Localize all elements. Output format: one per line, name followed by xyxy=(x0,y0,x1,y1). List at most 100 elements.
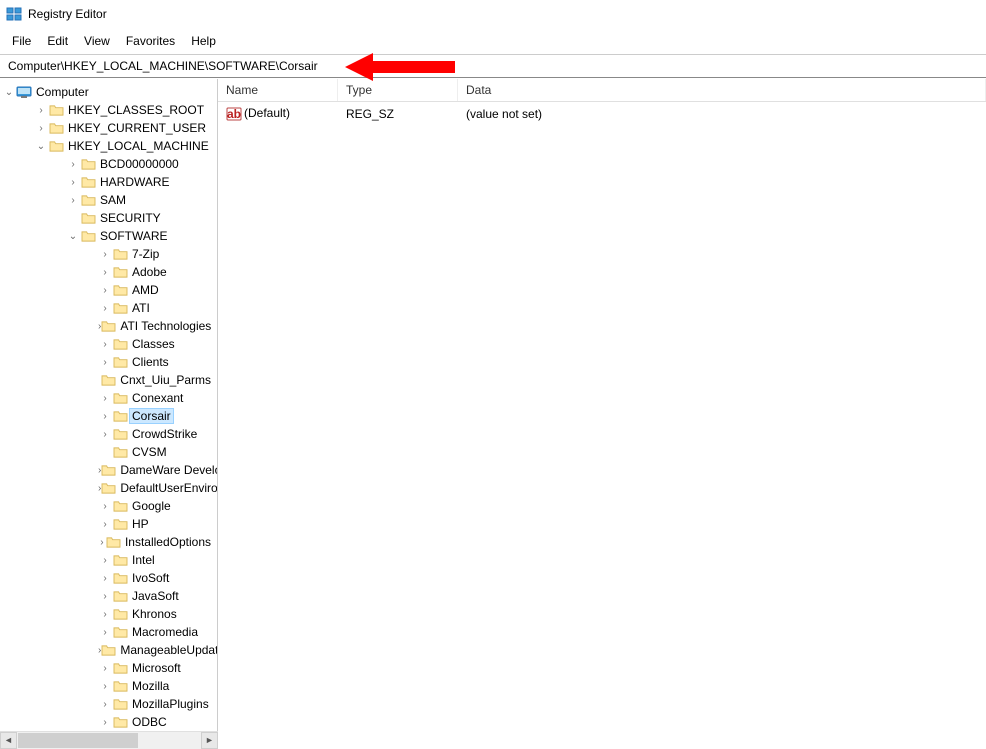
value-data: (value not set) xyxy=(458,105,986,123)
folder-icon xyxy=(112,696,128,712)
collapse-toggle[interactable]: ⌄ xyxy=(2,87,16,98)
tree-item[interactable]: ›JavaSoft xyxy=(48,587,217,605)
tree-item[interactable]: ›IvoSoft xyxy=(48,569,217,587)
expand-toggle[interactable]: › xyxy=(66,177,80,188)
tree-item[interactable]: ›Mozilla xyxy=(48,677,217,695)
menu-edit[interactable]: Edit xyxy=(39,30,76,52)
expand-toggle[interactable]: › xyxy=(98,519,112,530)
expand-toggle[interactable]: › xyxy=(66,195,80,206)
tree-item[interactable]: ›DameWare Development xyxy=(48,461,217,479)
tree-item[interactable]: ›AMD xyxy=(48,281,217,299)
tree-item-label: SOFTWARE xyxy=(98,229,170,243)
tree-item[interactable]: › SAM xyxy=(32,191,217,209)
tree-item[interactable]: ›HKEY_CURRENT_USER xyxy=(16,119,217,137)
expand-toggle[interactable]: › xyxy=(98,699,112,710)
tree-item[interactable]: ›CrowdStrike xyxy=(48,425,217,443)
menu-favorites[interactable]: Favorites xyxy=(118,30,183,52)
tree-item[interactable]: ›MozillaPlugins xyxy=(48,695,217,713)
expand-toggle[interactable]: › xyxy=(98,285,112,296)
tree-item-label: Cnxt_Uiu_Parms xyxy=(118,373,213,387)
folder-icon xyxy=(48,120,64,136)
expand-toggle[interactable]: › xyxy=(98,267,112,278)
tree-item-label: Macromedia xyxy=(130,625,200,639)
tree-item[interactable]: ⌄ HKEY_LOCAL_MACHINE xyxy=(16,137,217,155)
expand-toggle[interactable]: › xyxy=(98,339,112,350)
expand-toggle[interactable]: › xyxy=(98,663,112,674)
expand-toggle[interactable]: › xyxy=(98,249,112,260)
tree-item-label: Adobe xyxy=(130,265,169,279)
menu-view[interactable]: View xyxy=(76,30,118,52)
folder-icon xyxy=(112,282,128,298)
tree-item[interactable]: ›Corsair xyxy=(48,407,217,425)
tree-item[interactable]: ›HARDWARE xyxy=(32,173,217,191)
tree-item-label: SAM xyxy=(98,193,128,207)
folder-icon xyxy=(112,588,128,604)
values-pane: Name Type Data ab(Default)REG_SZ(value n… xyxy=(218,79,986,731)
tree-item[interactable]: ›InstalledOptions xyxy=(48,533,217,551)
tree-item-label: HKEY_LOCAL_MACHINE xyxy=(66,139,211,153)
expand-toggle[interactable]: › xyxy=(98,411,112,422)
tree-item-label: ODBC xyxy=(130,715,169,729)
tree-item[interactable]: SECURITY xyxy=(32,209,217,227)
tree-item-label: Intel xyxy=(130,553,157,567)
expand-toggle[interactable]: › xyxy=(98,573,112,584)
tree-item[interactable]: ›ATI xyxy=(48,299,217,317)
collapse-toggle[interactable]: ⌄ xyxy=(66,231,80,242)
expand-toggle[interactable]: › xyxy=(34,105,48,116)
tree-item-label: HP xyxy=(130,517,151,531)
address-input[interactable] xyxy=(6,58,980,74)
expand-toggle[interactable]: › xyxy=(98,393,112,404)
tree-item[interactable]: ›Conexant xyxy=(48,389,217,407)
menu-file[interactable]: File xyxy=(4,30,39,52)
tree-item-computer[interactable]: ⌄Computer xyxy=(0,83,217,101)
collapse-toggle[interactable]: ⌄ xyxy=(34,141,48,152)
tree-item[interactable]: ›ManageableUpdatePackage xyxy=(48,641,217,659)
folder-icon xyxy=(80,192,96,208)
tree-item[interactable]: › Macromedia xyxy=(48,623,217,641)
tree-item[interactable]: ⌄ SOFTWARE xyxy=(32,227,217,245)
tree-item[interactable]: ›DefaultUserEnvironment xyxy=(48,479,217,497)
tree-item[interactable]: ›7-Zip xyxy=(48,245,217,263)
tree-item[interactable]: ›HKEY_CLASSES_ROOT xyxy=(16,101,217,119)
tree-item[interactable]: › Classes xyxy=(48,335,217,353)
tree-item-label: SECURITY xyxy=(98,211,163,225)
tree-item[interactable]: ›ATI Technologies xyxy=(48,317,217,335)
tree-item[interactable]: › Intel xyxy=(48,551,217,569)
menu-help[interactable]: Help xyxy=(183,30,224,52)
expand-toggle[interactable]: › xyxy=(98,681,112,692)
col-header-data[interactable]: Data xyxy=(458,79,986,101)
expand-toggle[interactable]: › xyxy=(98,717,112,728)
expand-toggle[interactable]: › xyxy=(98,555,112,566)
horizontal-scrollbar[interactable]: ◄ ► xyxy=(0,731,218,748)
expand-toggle[interactable]: › xyxy=(98,627,112,638)
tree-item-label: Classes xyxy=(130,337,177,351)
tree-item-label: Clients xyxy=(130,355,171,369)
folder-icon xyxy=(112,606,128,622)
expand-toggle[interactable]: › xyxy=(98,429,112,440)
folder-icon xyxy=(101,318,116,334)
tree-item[interactable]: › Adobe xyxy=(48,263,217,281)
col-header-type[interactable]: Type xyxy=(338,79,458,101)
col-header-name[interactable]: Name xyxy=(218,79,338,101)
tree-item[interactable]: › Clients xyxy=(48,353,217,371)
tree-item[interactable]: › ODBC xyxy=(48,713,217,731)
tree-item[interactable]: ›Khronos xyxy=(48,605,217,623)
expand-toggle[interactable]: › xyxy=(98,501,112,512)
expand-toggle[interactable]: › xyxy=(98,357,112,368)
folder-icon xyxy=(48,138,64,154)
expand-toggle[interactable]: › xyxy=(34,123,48,134)
tree-item[interactable]: Cnxt_Uiu_Parms xyxy=(48,371,217,389)
expand-toggle[interactable]: › xyxy=(98,537,106,548)
expand-toggle[interactable]: › xyxy=(98,609,112,620)
tree-item[interactable]: ›Microsoft xyxy=(48,659,217,677)
tree-item[interactable]: › HP xyxy=(48,515,217,533)
tree-item[interactable]: CVSM xyxy=(48,443,217,461)
expand-toggle[interactable]: › xyxy=(98,591,112,602)
value-row[interactable]: ab(Default)REG_SZ(value not set) xyxy=(218,102,986,126)
expand-toggle[interactable]: › xyxy=(98,303,112,314)
tree-item[interactable]: ›BCD00000000 xyxy=(32,155,217,173)
expand-toggle[interactable]: › xyxy=(66,159,80,170)
scroll-thumb[interactable] xyxy=(18,733,138,748)
tree-item[interactable]: ›Google xyxy=(48,497,217,515)
registry-tree[interactable]: ⌄Computer›HKEY_CLASSES_ROOT›HKEY_CURRENT… xyxy=(0,79,217,731)
